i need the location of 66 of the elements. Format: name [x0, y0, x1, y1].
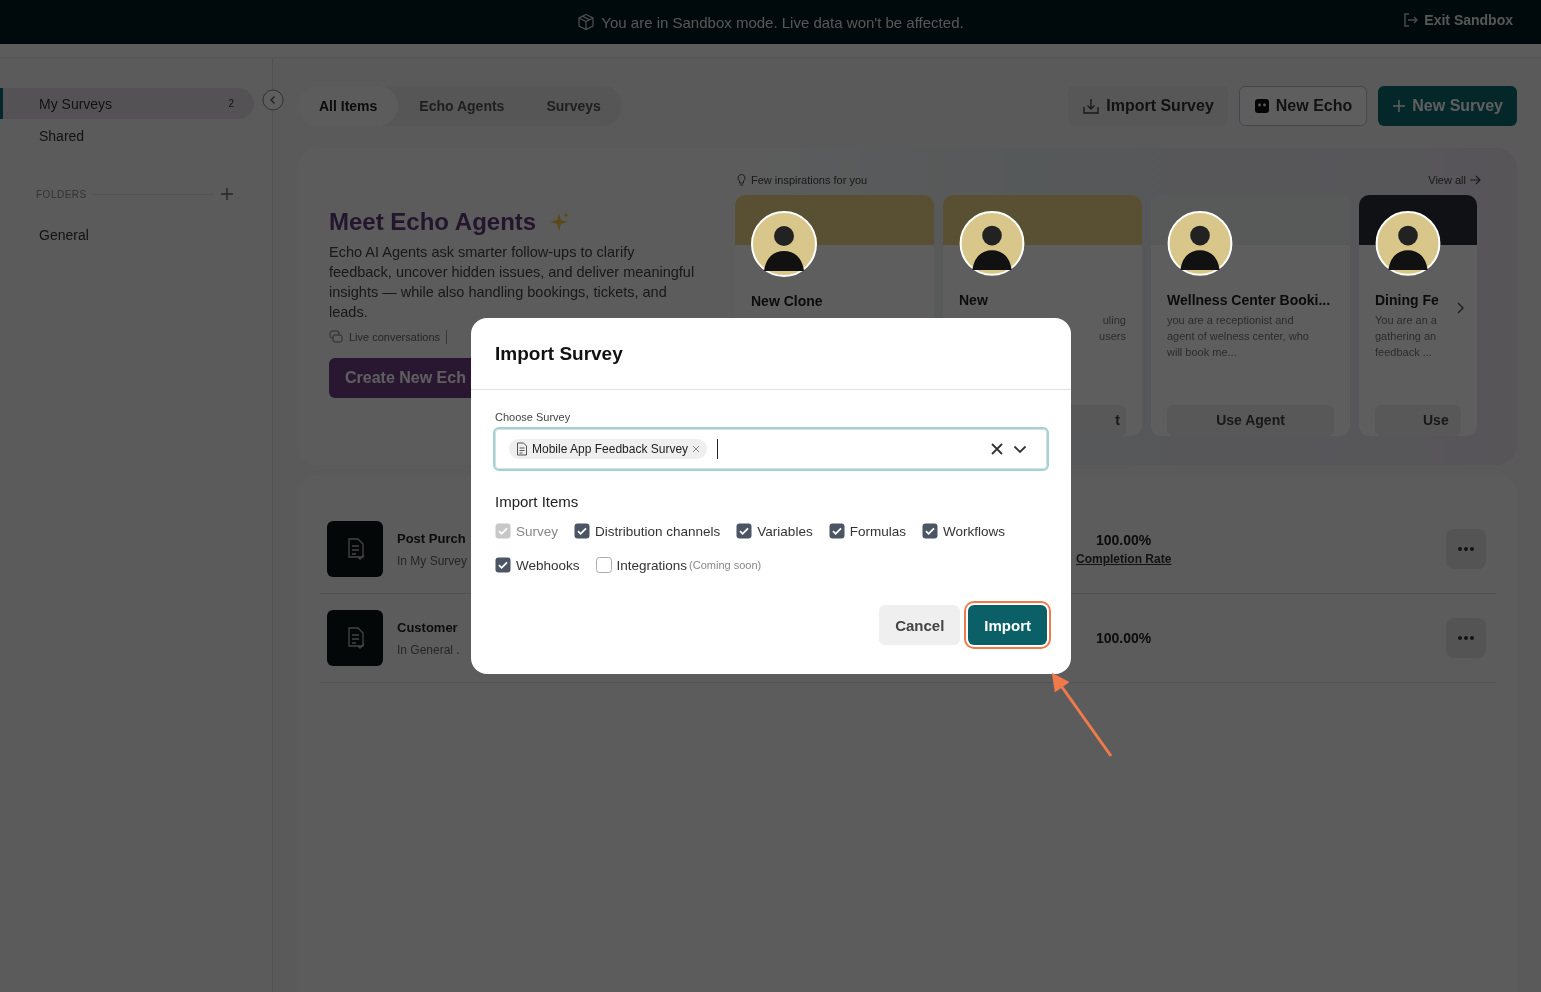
more-icon[interactable]: [1446, 618, 1486, 658]
checkbox[interactable]: [595, 557, 612, 573]
lightbulb-icon: [735, 173, 748, 186]
checkbox-option[interactable]: Integrations(Coming soon): [595, 557, 762, 573]
download-icon: [1082, 96, 1101, 115]
arrow-right-icon: [1469, 174, 1481, 185]
checkbox[interactable]: [574, 523, 591, 539]
avatar-icon: [751, 211, 817, 277]
sidebar-item[interactable]: My Surveys 2: [0, 88, 254, 119]
checkbox-option: Survey: [495, 523, 559, 539]
chat-icon: [329, 330, 343, 344]
use-agent-button[interactable]: Use Agent: [1167, 404, 1334, 436]
completion-rate-link[interactable]: Completion Rate: [1076, 551, 1172, 566]
section-title: Import Items: [495, 493, 580, 510]
view-all-link[interactable]: View all: [1428, 173, 1481, 186]
survey-title[interactable]: Customer: [397, 619, 458, 635]
checkbox-option[interactable]: Workflows: [921, 523, 1005, 539]
clear-icon[interactable]: [991, 443, 1003, 455]
checkbox-option[interactable]: Webhooks: [495, 557, 580, 573]
selected-survey-chip[interactable]: Mobile App Feedback Survey: [509, 439, 708, 459]
checkbox[interactable]: [736, 523, 753, 539]
card-title: Dining Fe: [1375, 291, 1440, 308]
sandbox-message: You are in Sandbox mode. Live data won't be affected.: [601, 13, 964, 31]
document-icon: [327, 610, 383, 666]
hero-description: Echo AI Agents ask smarter follow-ups to clarify feedback, uncover hidden issues, and deliver meaningful insights — while also handling bookings, tickets, and leads.: [329, 243, 696, 322]
checkbox[interactable]: [495, 557, 511, 573]
card-title: New: [959, 291, 989, 308]
text-cursor: [717, 439, 719, 459]
completion-value: 100.00%: [1095, 531, 1153, 548]
checkbox-option[interactable]: Variables: [736, 523, 813, 539]
checkbox-option[interactable]: Distribution channels: [574, 523, 721, 539]
survey-select-field[interactable]: Mobile App Feedback Survey: [493, 427, 1049, 471]
more-icon[interactable]: [1446, 529, 1486, 569]
card-title: New Clone: [751, 293, 824, 309]
plus-icon: [1392, 98, 1407, 113]
cube-icon: [577, 13, 596, 31]
sidebar-item[interactable]: Shared: [0, 120, 254, 151]
document-icon: [327, 521, 383, 577]
coming-soon-note: (Coming soon): [689, 559, 762, 571]
file-icon: [516, 442, 528, 456]
create-echo-button[interactable]: Create New Ech: [329, 358, 471, 398]
survey-title[interactable]: Post Purch: [397, 530, 466, 546]
item-count: 2: [228, 98, 234, 109]
chevron-down-icon[interactable]: [1013, 444, 1027, 454]
exit-sandbox-button[interactable]: Exit Sandbox: [1402, 12, 1513, 28]
dialog-title: Import Survey: [495, 342, 623, 365]
robot-icon: [1253, 97, 1270, 114]
card-title: Wellness Center Booki...: [1167, 291, 1332, 308]
new-survey-button[interactable]: New Survey: [1378, 85, 1517, 126]
checkbox[interactable]: [828, 523, 845, 539]
field-label: Choose Survey: [495, 411, 572, 423]
avatar-icon: [1375, 211, 1441, 276]
checkbox[interactable]: [921, 523, 938, 539]
avatar-icon: [1167, 211, 1233, 276]
hero-title: Meet Echo Agents: [329, 208, 537, 236]
section-label: Few inspirations for you: [751, 173, 868, 186]
new-echo-button[interactable]: New Echo: [1238, 85, 1368, 126]
cancel-button[interactable]: Cancel: [879, 605, 961, 645]
folder-item[interactable]: General: [0, 219, 254, 250]
completion-value: 100.00%: [1095, 630, 1153, 646]
close-icon[interactable]: [692, 445, 701, 453]
use-agent-button[interactable]: Use: [1375, 404, 1461, 436]
checkbox-option[interactable]: Formulas: [828, 523, 906, 539]
tab[interactable]: All Items: [298, 85, 399, 126]
exit-icon: [1402, 12, 1419, 28]
avatar-icon: [959, 211, 1025, 276]
